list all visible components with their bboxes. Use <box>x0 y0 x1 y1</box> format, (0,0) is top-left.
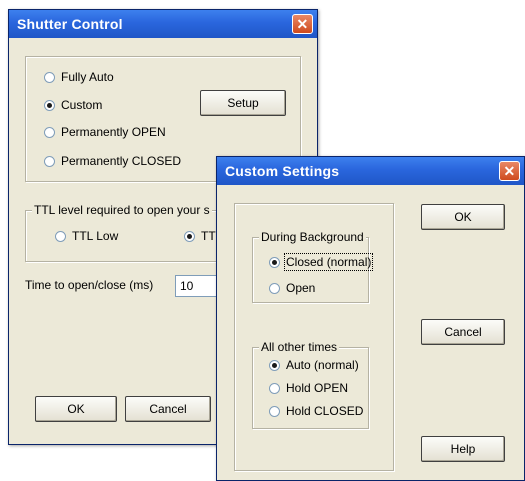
radio-ttl-high[interactable]: TT <box>184 229 216 243</box>
other-group-label: All other times <box>259 340 340 354</box>
time-label: Time to open/close (ms) <box>25 278 154 292</box>
radio-hold-closed[interactable]: Hold CLOSED <box>269 404 363 418</box>
radio-label: Permanently CLOSED <box>61 154 182 168</box>
window-title: Custom Settings <box>225 163 340 179</box>
cancel-button-label: Cancel <box>149 402 187 416</box>
radio-custom[interactable]: Custom <box>44 98 102 112</box>
radio-indicator[interactable] <box>44 155 55 167</box>
radio-label: TT <box>201 229 216 243</box>
close-button[interactable]: ✕ <box>292 14 313 34</box>
radio-label: Fully Auto <box>61 70 114 84</box>
radio-label: Closed (normal) <box>283 253 374 271</box>
ok-button[interactable]: OK <box>421 204 505 230</box>
radio-hold-open[interactable]: Hold OPEN <box>269 381 348 395</box>
shutter-control-titlebar[interactable]: Shutter Control ✕ <box>9 10 317 38</box>
radio-indicator[interactable] <box>55 230 66 242</box>
radio-permanently-closed[interactable]: Permanently CLOSED <box>44 154 181 168</box>
radio-ttl-low[interactable]: TTL Low <box>55 229 118 243</box>
cancel-button[interactable]: Cancel <box>125 396 211 422</box>
ok-button-label: OK <box>67 402 85 416</box>
cancel-button-label: Cancel <box>444 325 482 339</box>
radio-indicator[interactable] <box>44 99 55 111</box>
radio-indicator[interactable] <box>269 382 280 394</box>
radio-indicator[interactable] <box>44 71 55 83</box>
ttl-group-label: TTL level required to open your s <box>32 203 212 217</box>
window-title: Shutter Control <box>17 16 123 32</box>
radio-closed-normal[interactable]: Closed (normal) <box>269 253 374 271</box>
radio-label: Custom <box>61 98 103 112</box>
ok-button[interactable]: OK <box>35 396 117 422</box>
radio-fully-auto[interactable]: Fully Auto <box>44 70 114 84</box>
radio-label: Open <box>286 281 316 295</box>
radio-indicator[interactable] <box>269 256 280 268</box>
setup-button[interactable]: Setup <box>200 90 286 116</box>
close-button[interactable]: ✕ <box>499 161 520 181</box>
background-group-label: During Background <box>259 230 366 244</box>
radio-permanently-open[interactable]: Permanently OPEN <box>44 125 166 139</box>
close-icon: ✕ <box>296 16 309 32</box>
help-button-label: Help <box>450 442 476 456</box>
radio-indicator[interactable] <box>269 359 280 371</box>
radio-label: Auto (normal) <box>286 358 359 372</box>
setup-button-label: Setup <box>227 96 259 110</box>
ok-button-label: OK <box>454 210 472 224</box>
radio-indicator[interactable] <box>184 230 195 242</box>
radio-indicator[interactable] <box>44 126 55 138</box>
radio-label: Permanently OPEN <box>61 125 166 139</box>
radio-indicator[interactable] <box>269 405 280 417</box>
radio-label: TTL Low <box>72 229 119 243</box>
radio-open[interactable]: Open <box>269 281 315 295</box>
radio-auto-normal[interactable]: Auto (normal) <box>269 358 359 372</box>
custom-settings-window: Custom Settings ✕ During Background Clos… <box>216 156 525 481</box>
radio-label: Hold OPEN <box>286 381 349 395</box>
radio-label: Hold CLOSED <box>286 404 364 418</box>
radio-indicator[interactable] <box>269 282 280 294</box>
help-button[interactable]: Help <box>421 436 505 462</box>
cancel-button[interactable]: Cancel <box>421 319 505 345</box>
close-icon: ✕ <box>503 163 516 179</box>
custom-settings-titlebar[interactable]: Custom Settings ✕ <box>217 157 524 185</box>
